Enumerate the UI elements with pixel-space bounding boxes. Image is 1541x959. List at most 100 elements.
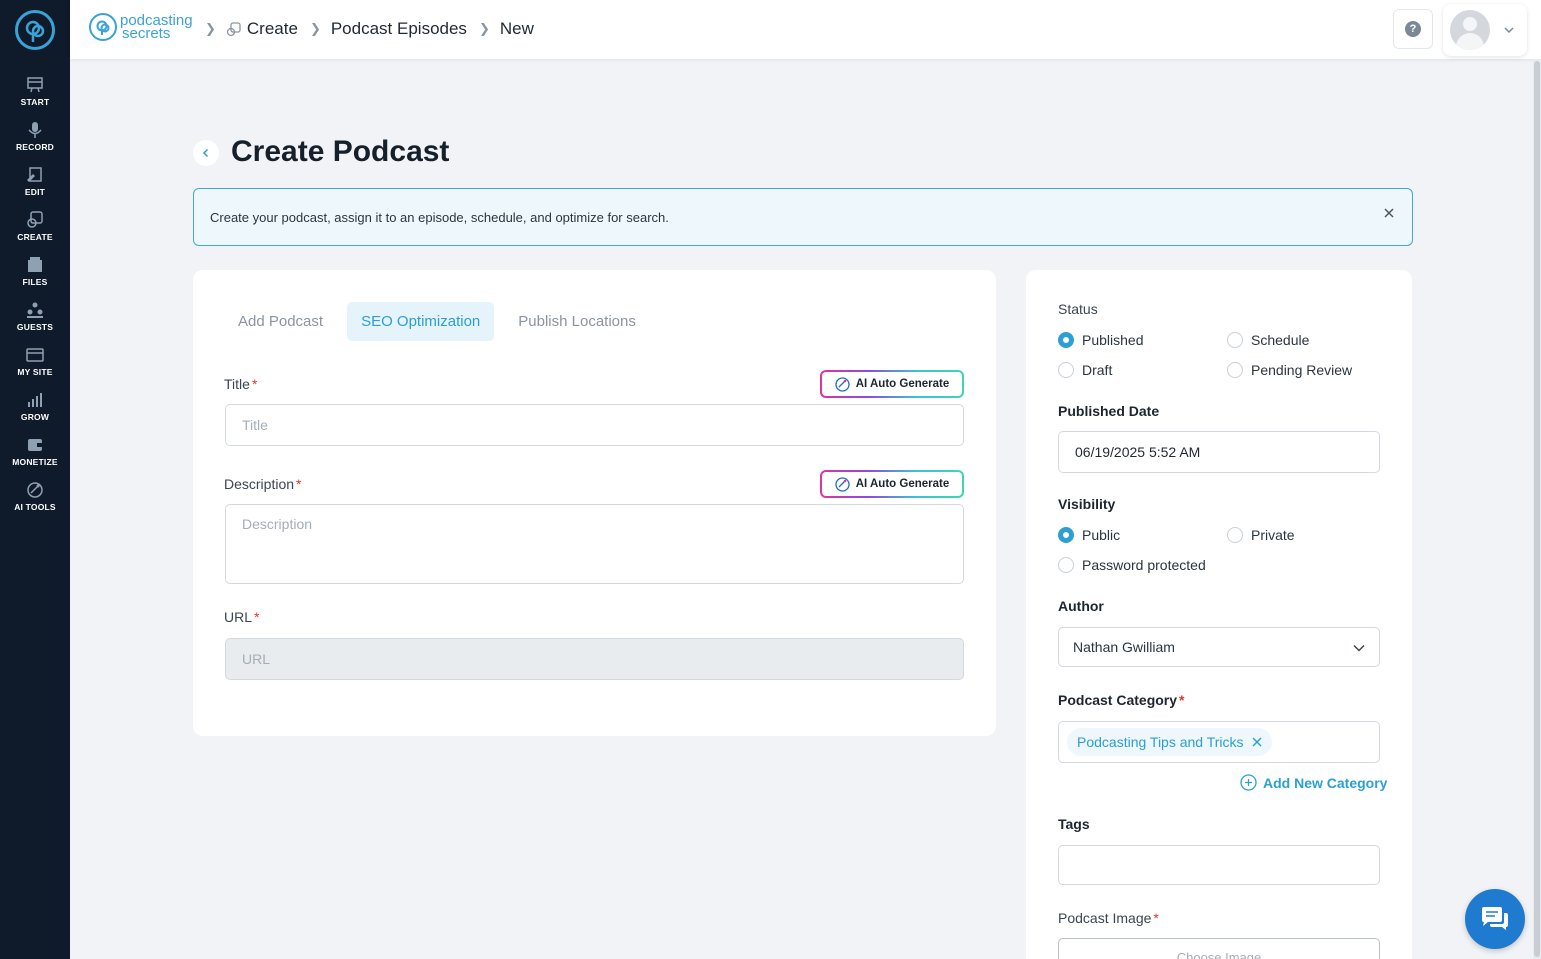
- monetize-icon: [28, 439, 42, 451]
- status-draft-radio[interactable]: Draft: [1058, 362, 1112, 378]
- radio-dot: [1058, 527, 1074, 543]
- remove-chip-icon[interactable]: [1252, 737, 1262, 747]
- published-date-input[interactable]: [1058, 431, 1380, 473]
- add-new-category-button[interactable]: Add New Category: [1240, 774, 1387, 791]
- tags-input[interactable]: [1058, 845, 1380, 885]
- status-pending-review-radio[interactable]: Pending Review: [1227, 362, 1352, 378]
- category-chip-label: Podcasting Tips and Tricks: [1077, 734, 1244, 750]
- tab-seo-optimization[interactable]: SEO Optimization: [347, 302, 495, 341]
- brand-line-2: secrets: [122, 25, 171, 42]
- brand-logo[interactable]: podcasting secrets: [89, 11, 193, 43]
- nav-files[interactable]: FILES: [0, 256, 70, 300]
- top-header: podcasting secrets ❯ Create ❯ Podcast Ep…: [70, 0, 1541, 59]
- visibility-label: Visibility: [1058, 496, 1116, 512]
- choose-image-button[interactable]: Choose Image: [1058, 938, 1380, 959]
- category-chip: Podcasting Tips and Tricks: [1067, 728, 1272, 756]
- grow-icon: [28, 393, 42, 407]
- page-scrollbar[interactable]: [1533, 59, 1541, 959]
- create-icon: [27, 211, 43, 228]
- help-icon: ?: [1405, 21, 1421, 37]
- nav-guests[interactable]: GUESTS: [0, 301, 70, 345]
- description-label: Description *: [224, 476, 301, 492]
- user-menu-button[interactable]: [1443, 4, 1527, 56]
- nav-monetize[interactable]: MONETIZE: [0, 436, 70, 480]
- nav-create[interactable]: CREATE: [0, 211, 70, 255]
- ai-generate-description-label: AI Auto Generate: [855, 478, 950, 490]
- nav-monetize-label: MONETIZE: [12, 457, 58, 467]
- tags-label: Tags: [1058, 816, 1090, 832]
- required-mark: *: [1179, 692, 1185, 708]
- brand-mark-icon: [89, 13, 117, 41]
- title-input[interactable]: [225, 404, 964, 446]
- status-published-label: Published: [1082, 332, 1144, 348]
- required-mark: *: [296, 476, 302, 492]
- scrollbar-thumb[interactable]: [1534, 61, 1540, 957]
- create-crumb-icon: [226, 21, 241, 36]
- nav-record[interactable]: RECORD: [0, 121, 70, 165]
- podcast-image-label-text: Podcast Image: [1058, 910, 1152, 926]
- tab-publish-locations[interactable]: Publish Locations: [504, 302, 650, 341]
- nav-create-label: CREATE: [17, 232, 53, 242]
- title-label: Title *: [224, 376, 257, 392]
- chat-button[interactable]: [1465, 889, 1525, 949]
- url-label-text: URL: [224, 609, 253, 625]
- required-mark: *: [254, 609, 260, 625]
- help-button[interactable]: ?: [1393, 9, 1433, 49]
- chevron-down-icon: [1504, 27, 1514, 34]
- url-label: URL *: [224, 609, 259, 625]
- nav-ai-tools-label: AI TOOLS: [14, 502, 56, 512]
- chevron-right-icon: ❯: [205, 21, 216, 36]
- radio-dot: [1058, 362, 1074, 378]
- chevron-left-icon: [202, 148, 209, 158]
- visibility-password-radio[interactable]: Password protected: [1058, 557, 1206, 573]
- author-value: Nathan Gwilliam: [1073, 639, 1175, 655]
- status-schedule-radio[interactable]: Schedule: [1227, 332, 1309, 348]
- page-title: Create Podcast: [231, 135, 450, 168]
- edit-icon: [27, 167, 42, 182]
- status-draft-label: Draft: [1082, 362, 1113, 378]
- ai-generate-description-button[interactable]: AI Auto Generate: [820, 470, 964, 498]
- required-mark: *: [251, 376, 258, 392]
- tab-add-podcast[interactable]: Add Podcast: [224, 302, 337, 341]
- back-button[interactable]: [193, 140, 219, 166]
- nav-ai-tools[interactable]: AI TOOLS: [0, 481, 70, 525]
- nav-edit-label: EDIT: [24, 187, 46, 197]
- nav-edit[interactable]: EDIT: [0, 166, 70, 210]
- ai-sparkle-icon: [835, 376, 850, 392]
- chevron-right-icon: ❯: [478, 21, 490, 36]
- close-icon[interactable]: [1382, 206, 1396, 220]
- plus-circle-icon: [1240, 774, 1257, 791]
- breadcrumb: ❯ Create ❯ Podcast Episodes ❯ New: [205, 19, 546, 39]
- visibility-public-radio[interactable]: Public: [1058, 527, 1120, 543]
- status-label: Status: [1058, 301, 1098, 317]
- nav-my-site-label: MY SITE: [17, 367, 53, 377]
- status-published-radio[interactable]: Published: [1058, 332, 1144, 348]
- visibility-private-radio[interactable]: Private: [1227, 527, 1295, 543]
- nav-record-label: RECORD: [15, 142, 55, 152]
- ai-generate-title-button[interactable]: AI Auto Generate: [820, 370, 964, 398]
- nav-start[interactable]: START: [0, 76, 70, 120]
- nav-grow-label: GROW: [20, 412, 50, 422]
- breadcrumb-podcast-episodes[interactable]: Podcast Episodes: [331, 19, 467, 39]
- podcast-category-select[interactable]: Podcasting Tips and Tricks: [1058, 721, 1380, 763]
- nav-my-site[interactable]: MY SITE: [0, 346, 70, 390]
- add-new-category-label: Add New Category: [1263, 774, 1388, 791]
- left-nav: START RECORD EDIT CREATE FILES GUESTS MY…: [0, 0, 70, 959]
- publish-settings-card: Status Published Schedule Draft Pending …: [1026, 270, 1412, 959]
- description-label-text: Description: [224, 476, 295, 492]
- choose-image-label: Choose Image: [1176, 950, 1262, 959]
- app-logo[interactable]: [15, 10, 55, 50]
- seo-form-card: Add Podcast SEO Optimization Publish Loc…: [193, 270, 996, 736]
- ai-tools-icon: [27, 482, 43, 498]
- description-textarea[interactable]: [225, 504, 964, 584]
- nav-grow[interactable]: GROW: [0, 391, 70, 435]
- guests-icon: [27, 302, 43, 318]
- breadcrumb-create[interactable]: Create: [247, 19, 298, 39]
- published-date-label: Published Date: [1058, 403, 1160, 419]
- microphone-icon: [28, 122, 42, 138]
- url-input: [225, 638, 964, 680]
- author-select[interactable]: Nathan Gwilliam: [1058, 627, 1380, 667]
- chat-icon: [1482, 907, 1508, 930]
- form-tabs: Add Podcast SEO Optimization Publish Loc…: [224, 302, 660, 341]
- visibility-private-label: Private: [1251, 527, 1295, 543]
